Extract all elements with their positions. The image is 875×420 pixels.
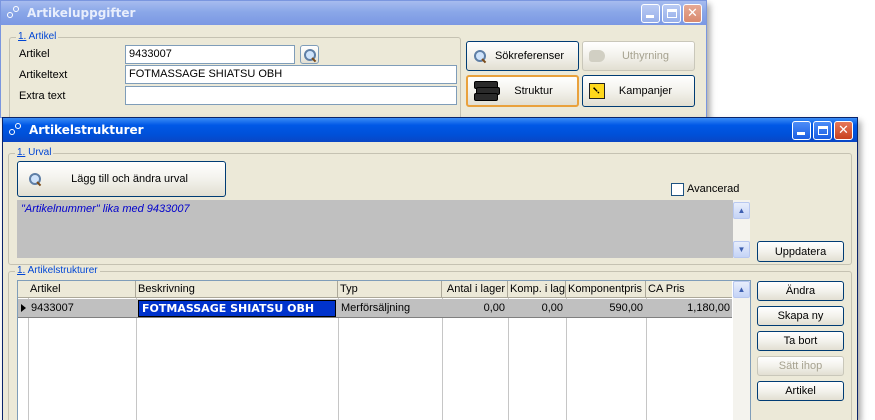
column-header-antal-i-lager[interactable]: Antal i lager <box>442 281 508 298</box>
advanced-checkbox[interactable] <box>671 183 684 196</box>
table-header: Artikel Beskrivning Typ Antal i lager Ko… <box>18 281 734 298</box>
selection-criteria-text[interactable]: "Artikelnummer" lika med 9433007 <box>17 200 733 258</box>
column-header-ca-pris[interactable]: CA Pris <box>646 281 734 298</box>
kampanjer-label: Kampanjer <box>618 85 673 97</box>
group-label-number: 1. <box>17 265 26 276</box>
artikelstrukturer-titlebar[interactable]: Artikelstrukturer ✕ <box>3 118 857 142</box>
add-edit-selection-button[interactable]: Lägg till och ändra urval <box>17 161 226 197</box>
chevron-up-icon: ▲ <box>737 206 746 215</box>
struktur-label: Struktur <box>514 85 553 97</box>
artikelstrukturer-window: Artikelstrukturer ✕ 1. Urval Lägg till o… <box>2 117 858 420</box>
artikeluppgifter-titlebar[interactable]: Artikeluppgifter ✕ <box>1 1 706 25</box>
maximize-button[interactable] <box>813 121 832 140</box>
window-title: Artikelstrukturer <box>29 123 144 137</box>
ta-bort-button[interactable]: Ta bort <box>757 331 844 351</box>
artikel-search-button[interactable] <box>300 45 319 64</box>
column-header-typ[interactable]: Typ <box>338 281 442 298</box>
scroll-up-button[interactable]: ▲ <box>733 202 750 219</box>
structures-table[interactable]: Artikel Beskrivning Typ Antal i lager Ko… <box>17 280 751 420</box>
satt-ihop-label: Sätt ihop <box>778 360 823 372</box>
minimize-icon <box>646 15 654 18</box>
andra-label: Ändra <box>785 285 816 297</box>
kampanjer-button[interactable]: ! Kampanjer <box>582 75 695 107</box>
app-icon <box>7 6 21 20</box>
extra-text-input[interactable] <box>125 86 457 105</box>
hand-icon <box>589 50 605 62</box>
minimize-button[interactable] <box>792 121 811 140</box>
app-icon <box>9 123 23 137</box>
group-label-number: 1. <box>18 31 27 42</box>
books-stack-icon <box>474 81 500 101</box>
artikel-label: Artikel <box>19 48 50 60</box>
column-header-artikel[interactable]: Artikel <box>28 281 136 298</box>
column-header-beskrivning[interactable]: Beskrivning <box>136 281 338 298</box>
maximize-icon <box>667 9 677 18</box>
structures-group-label: 1. Artikelstrukturer <box>15 265 100 276</box>
extra-text-label: Extra text <box>19 90 66 102</box>
artikel-button-label: Artikel <box>785 385 816 397</box>
cell-ca-pris[interactable]: 1,180,00 <box>646 299 733 318</box>
group-label-text: Artikelstrukturer <box>27 265 98 276</box>
minimize-icon <box>797 132 805 135</box>
current-row-indicator-icon <box>21 304 26 312</box>
cell-komponentpris[interactable]: 590,00 <box>566 299 646 318</box>
update-label: Uppdatera <box>774 245 827 258</box>
artikel-input[interactable]: 9433007 <box>125 45 295 64</box>
criteria-scrollbar[interactable]: ▲ ▼ <box>733 200 750 258</box>
add-edit-selection-label: Lägg till och ändra urval <box>71 173 188 185</box>
search-icon <box>473 49 487 63</box>
struktur-button[interactable]: Struktur <box>466 75 579 107</box>
skapa-ny-label: Skapa ny <box>777 310 824 322</box>
maximize-icon <box>818 126 828 135</box>
cell-antal-i-lager[interactable]: 0,00 <box>442 299 508 318</box>
group-label-number: 1. <box>17 147 26 158</box>
andra-button[interactable]: Ändra <box>757 281 844 301</box>
close-icon: ✕ <box>687 6 698 21</box>
urval-group-label: 1. Urval <box>15 147 54 158</box>
close-button[interactable]: ✕ <box>683 4 702 23</box>
satt-ihop-button[interactable]: Sätt ihop <box>757 356 844 376</box>
artikel-button[interactable]: Artikel <box>757 381 844 401</box>
sokreferenser-label: Sökreferenser <box>494 50 565 62</box>
scroll-up-button[interactable]: ▲ <box>733 281 750 298</box>
scroll-down-button[interactable]: ▼ <box>733 241 750 258</box>
close-button[interactable]: ✕ <box>834 121 853 140</box>
sokreferenser-button[interactable]: Sökreferenser <box>466 41 579 71</box>
uthyrning-button[interactable]: Uthyrning <box>582 41 695 71</box>
window-title: Artikeluppgifter <box>27 6 136 20</box>
maximize-button[interactable] <box>662 4 681 23</box>
ta-bort-label: Ta bort <box>783 335 818 347</box>
group-label-text: Urval <box>28 147 52 158</box>
table-row[interactable]: 9433007 FOTMASSAGE SHIATSU OBH Merförsäl… <box>18 299 732 318</box>
cell-komp-i-lager[interactable]: 0,00 <box>508 299 566 318</box>
artikeluppgifter-window: Artikeluppgifter ✕ 1. Artikel Artikel 94… <box>0 0 707 127</box>
uthyrning-label: Uthyrning <box>621 50 670 62</box>
minimize-button[interactable] <box>641 4 660 23</box>
column-header-komponentpris[interactable]: Komponentpris <box>566 281 646 298</box>
chevron-down-icon: ▼ <box>737 245 746 254</box>
warning-icon: ! <box>589 83 605 99</box>
advanced-label: Avancerad <box>687 183 740 195</box>
column-header-komp-i-lager[interactable]: Komp. i lager <box>508 281 566 298</box>
artikeltext-label: Artikeltext <box>19 69 68 81</box>
chevron-up-icon: ▲ <box>737 285 746 294</box>
update-button[interactable]: Uppdatera <box>757 241 844 262</box>
search-icon <box>28 172 42 186</box>
cell-artikel[interactable]: 9433007 <box>28 299 136 318</box>
skapa-ny-button[interactable]: Skapa ny <box>757 306 844 326</box>
table-scrollbar[interactable]: ▲ <box>733 281 750 420</box>
artikel-group-label: 1. Artikel <box>16 31 59 42</box>
cell-beskrivning-editor[interactable]: FOTMASSAGE SHIATSU OBH <box>138 300 336 317</box>
group-label-text: Artikel <box>28 31 57 42</box>
close-icon: ✕ <box>838 123 849 138</box>
search-icon <box>303 48 317 62</box>
cell-typ[interactable]: Merförsäljning <box>338 299 442 318</box>
artikeltext-input[interactable]: FOTMASSAGE SHIATSU OBH <box>125 65 457 84</box>
